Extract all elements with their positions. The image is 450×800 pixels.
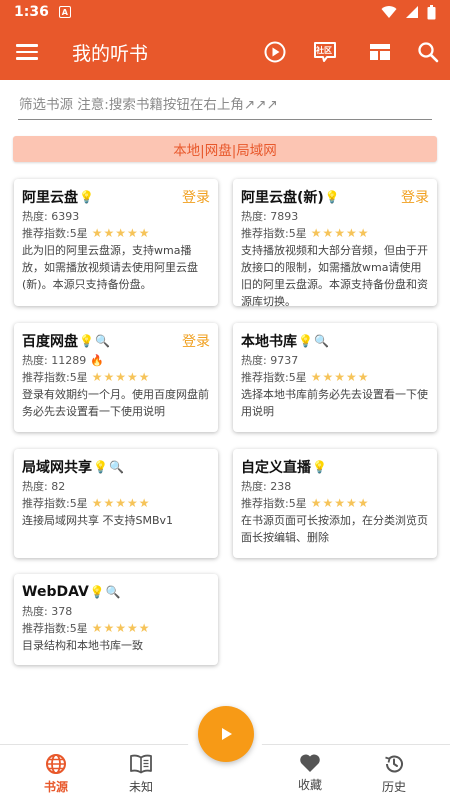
star-rating: ★★★★★ — [91, 621, 151, 635]
login-button[interactable]: 登录 — [401, 187, 429, 207]
source-name: WebDAV — [22, 584, 89, 600]
layout-icon[interactable] — [367, 39, 393, 65]
source-card-aliyun-new[interactable]: 阿里云盘(新) 💡 登录 热度: 7893 推荐指数:5星 ★★★★★ 支持播放视… — [233, 179, 437, 308]
heart-icon — [300, 754, 320, 772]
magnifier-icon: 🔍 — [105, 585, 121, 599]
lightbulb-icon: 💡 — [312, 460, 327, 474]
status-time: 1:36 — [14, 4, 49, 20]
source-card-aliyun[interactable]: 阿里云盘 💡 登录 热度: 6393 推荐指数:5星 ★★★★★ 此为旧的阿里云盘… — [14, 179, 218, 306]
source-card-live[interactable]: 自定义直播 💡 热度: 238 推荐指数:5星 ★★★★★ 在书源页面可长按添加，… — [233, 449, 437, 558]
source-name: 局域网共享 — [22, 460, 92, 476]
source-description: 支持播放视频和大部分音频，但由于开放接口的限制，如需播放wma请使用旧的阿里云盘… — [241, 244, 428, 308]
filter-source-input[interactable]: 筛选书源 注意:搜索书籍按钮在右上角↗↗↗ — [18, 94, 432, 120]
star-rating: ★★★★★ — [91, 226, 151, 240]
lightbulb-icon: 💡 — [324, 190, 340, 204]
heat-text: 热度: 7893 — [241, 210, 299, 223]
community-label: 社区 — [316, 46, 332, 55]
rating-text: 推荐指数:5星 — [241, 227, 307, 240]
source-name: 本地书库 — [241, 334, 297, 350]
heat-text: 热度: 238 — [241, 480, 292, 493]
history-icon — [385, 755, 403, 773]
source-name: 阿里云盘 — [22, 190, 78, 206]
signal-icon — [406, 6, 418, 18]
source-card-local[interactable]: 本地书库 💡 🔍 热度: 9737 推荐指数:5星 ★★★★★ 选择本地书库前务必… — [233, 323, 437, 432]
nav-item-unknown[interactable]: 未知 — [111, 753, 171, 795]
source-description: 选择本地书库前务必先去设置看一下使用说明 — [241, 388, 428, 418]
lightbulb-icon: 💡 — [79, 334, 94, 348]
book-icon — [130, 754, 152, 774]
page-title: 我的听书 — [72, 43, 149, 65]
rating-text: 推荐指数:5星 — [22, 371, 88, 384]
nav-item-sources[interactable]: 书源 — [26, 753, 86, 795]
community-icon[interactable]: 社区 — [312, 39, 338, 65]
battery-icon — [427, 4, 436, 19]
login-button[interactable]: 登录 — [182, 331, 210, 351]
nav-item-favorites[interactable]: 收藏 — [280, 753, 340, 793]
heat-text: 热度: 82 — [22, 480, 66, 493]
nav-label: 未知 — [128, 780, 153, 794]
source-description: 目录结构和本地书库一致 — [22, 639, 143, 652]
lightbulb-icon: 💡 — [79, 190, 94, 204]
star-rating: ★★★★★ — [310, 226, 370, 240]
nav-label: 书源 — [43, 780, 68, 794]
source-card-baidu[interactable]: 百度网盘 💡 🔍 登录 热度: 11289 🔥 推荐指数:5星 ★★★★★ 登录有效… — [14, 323, 218, 432]
source-card-webdav[interactable]: WebDAV 💡 🔍 热度: 378 推荐指数:5星 ★★★★★ 目录结构和本地书… — [14, 574, 218, 665]
source-name: 阿里云盘(新) — [241, 190, 324, 206]
nav-label: 历史 — [381, 780, 406, 794]
status-bar: 1:36 A — [0, 0, 450, 24]
globe-icon — [46, 754, 66, 774]
app-bar: 我的听书 社区 — [0, 24, 450, 80]
lightbulb-icon: 💡 — [93, 460, 108, 474]
magnifier-icon: 🔍 — [313, 334, 329, 348]
source-card-lan[interactable]: 局域网共享 💡 🔍 热度: 82 推荐指数:5星 ★★★★★ 连接局域网共享 不支… — [14, 449, 218, 558]
play-fab-button[interactable] — [198, 706, 254, 762]
star-rating: ★★★★★ — [91, 370, 151, 384]
magnifier-icon: 🔍 — [94, 334, 110, 348]
source-description: 登录有效期约一个月。使用百度网盘前务必先去设置看一下使用说明 — [22, 388, 209, 418]
magnifier-icon: 🔍 — [108, 460, 124, 474]
star-rating: ★★★★★ — [310, 370, 370, 384]
search-icon[interactable] — [415, 39, 441, 65]
rating-text: 推荐指数:5星 — [22, 227, 88, 240]
rating-text: 推荐指数:5星 — [22, 622, 88, 635]
rating-text: 推荐指数:5星 — [241, 497, 307, 510]
rating-text: 推荐指数:5星 — [22, 497, 88, 510]
notification-icon: A — [58, 6, 71, 18]
lightbulb-icon: 💡 — [298, 334, 313, 348]
wifi-icon — [381, 6, 397, 19]
source-description: 此为旧的阿里云盘源，支持wma播放，如需播放视频请去使用阿里云盘(新)。本源只支… — [22, 244, 198, 291]
play-icon — [222, 728, 232, 740]
lightbulb-icon: 💡 — [89, 585, 105, 599]
fire-icon: 🔥 — [90, 354, 104, 367]
source-name: 自定义直播 — [241, 460, 311, 476]
play-circle-icon[interactable] — [262, 39, 288, 65]
source-description: 在书源页面可长按添加，在分类浏览页面长按编辑、删除 — [241, 514, 428, 544]
heat-text: 热度: 11289 — [22, 354, 87, 367]
source-name: 百度网盘 — [22, 334, 78, 350]
source-category-banner[interactable]: 本地|网盘|局域网 — [13, 136, 437, 162]
status-icons — [381, 4, 436, 20]
heat-text: 热度: 6393 — [22, 210, 80, 223]
source-description: 连接局域网共享 不支持SMBv1 — [22, 514, 174, 527]
menu-icon[interactable] — [16, 41, 38, 63]
star-rating: ★★★★★ — [310, 496, 370, 510]
login-button[interactable]: 登录 — [182, 187, 210, 207]
rating-text: 推荐指数:5星 — [241, 371, 307, 384]
nav-item-history[interactable]: 历史 — [364, 753, 424, 795]
heat-text: 热度: 9737 — [241, 354, 299, 367]
heat-text: 热度: 378 — [22, 605, 73, 618]
star-rating: ★★★★★ — [91, 496, 151, 510]
nav-label: 收藏 — [297, 778, 322, 792]
